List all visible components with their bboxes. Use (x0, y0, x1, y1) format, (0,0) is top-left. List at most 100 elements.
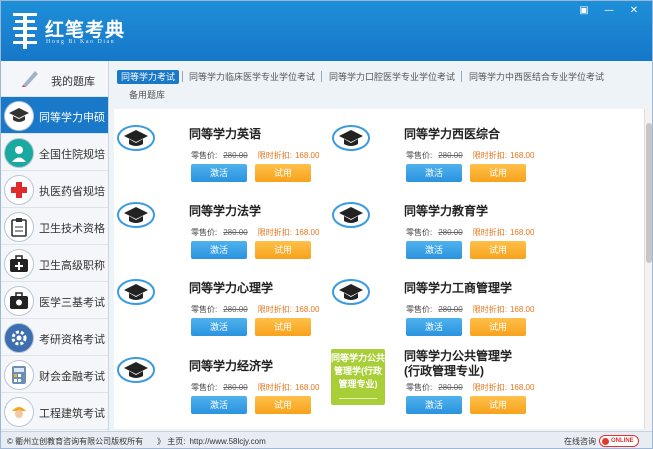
sidebar-item-three-basics[interactable]: 医学三基考试 (1, 282, 108, 319)
graduation-cap-icon (117, 279, 155, 305)
course-title: 同等学力工商管理学 (404, 281, 513, 295)
activate-button[interactable]: 激活 (406, 164, 462, 182)
trial-button[interactable]: 试用 (470, 396, 526, 414)
sidebar-item-residency[interactable]: 全国住院规培 (1, 134, 108, 171)
tab-backup-bank[interactable]: 备用题库 (129, 88, 165, 101)
sidebar-item-senior-title[interactable]: 卫生高级职称 (1, 245, 108, 282)
orig-price: 280.00 (438, 228, 463, 237)
tab-dental[interactable]: 同等学力口腔医学专业学位考试 (329, 70, 455, 84)
activate-button[interactable]: 激活 (406, 318, 462, 336)
orig-price: 280.00 (223, 383, 248, 392)
activate-button[interactable]: 激活 (191, 318, 247, 336)
tab-integrated[interactable]: 同等学力中西医结合专业学位考试 (469, 70, 604, 84)
homepage-link[interactable]: 》 主页: http://www.58lcjy.com (157, 436, 266, 447)
graduation-cap-icon (117, 357, 155, 383)
tab-equivalent-exam[interactable]: 同等学力考试 (117, 70, 180, 84)
orig-price: 280.00 (438, 151, 463, 160)
activate-button[interactable]: 激活 (406, 241, 462, 259)
limit-price: 168.00 (509, 383, 535, 392)
trial-button[interactable]: 试用 (470, 241, 526, 259)
first-aid-box-icon (4, 286, 34, 316)
course-card: 同等学力心理学 零售价: 280.00 限时折扣: 168.00 激活 试用 (117, 277, 327, 349)
copyright-text: © 衢州立创教育咨询有限公司版权所有 (7, 437, 144, 446)
category-tabs: 同等学力考试 同等学力临床医学专业学位考试 同等学力口腔医学专业学位考试 同等学… (117, 68, 647, 104)
online-consult-link[interactable]: 在线咨询 (564, 436, 596, 447)
limit-price: 168.00 (509, 305, 535, 314)
trial-button[interactable]: 试用 (255, 241, 311, 259)
doctor-icon (4, 138, 34, 168)
sidebar-item-my-bank[interactable]: 我的题库 (1, 61, 108, 97)
activate-button[interactable]: 激活 (406, 396, 462, 414)
graduation-cap-icon (117, 125, 155, 151)
course-title: 同等学力心理学 (189, 281, 274, 295)
sidebar-item-postgrad[interactable]: 考研资格考试 (1, 319, 108, 356)
course-card: 同等学力经济学 零售价: 280.00 限时折扣: 168.00 激活 试用 (117, 355, 327, 427)
limit-price: 168.00 (294, 383, 320, 392)
graduation-cap-icon (332, 125, 370, 151)
orig-price-label: 零售价: (406, 383, 433, 392)
orig-price-label: 零售价: (191, 228, 218, 237)
pen-icon (22, 71, 38, 87)
trial-button[interactable]: 试用 (255, 396, 311, 414)
orig-price-label: 零售价: (191, 305, 218, 314)
restore-icon[interactable]: ▣ (577, 5, 591, 17)
orig-price: 280.00 (223, 228, 248, 237)
orig-price: 280.00 (438, 305, 463, 314)
sidebar-item-health-tech[interactable]: 卫生技术资格 (1, 208, 108, 245)
limit-price-label: 限时折扣: (257, 151, 292, 160)
sidebar-item-finance[interactable]: 财会金融考试 (1, 356, 108, 393)
tab-clinical[interactable]: 同等学力临床医学专业学位考试 (189, 70, 315, 84)
limit-price-label: 限时折扣: (472, 305, 507, 314)
close-icon[interactable]: ✕ (627, 5, 641, 17)
course-title: 同等学力英语 (189, 127, 262, 141)
sidebar-item-label: 我的题库 (51, 76, 95, 88)
activate-button[interactable]: 激活 (191, 241, 247, 259)
online-dot-icon (602, 438, 609, 445)
trial-button[interactable]: 试用 (470, 164, 526, 182)
tab-divider (321, 71, 322, 82)
price-row: 零售价: 280.00 限时折扣: 168.00 (191, 227, 319, 238)
promo-banner[interactable]: 同等学力公共管理学(行政管理专业) (331, 349, 385, 405)
activate-button[interactable]: 激活 (191, 164, 247, 182)
trial-button[interactable]: 试用 (255, 164, 311, 182)
price-row: 零售价: 280.00 限时折扣: 168.00 (406, 382, 534, 393)
price-row: 零售价: 280.00 限时折扣: 168.00 (191, 304, 319, 315)
scrollbar-thumb[interactable] (646, 123, 652, 263)
limit-price: 168.00 (294, 151, 320, 160)
sidebar-item-equivalent-degree[interactable]: 同等学力申硕 (1, 97, 108, 134)
pen-logo-icon (13, 13, 37, 49)
status-bar: © 衢州立创教育咨询有限公司版权所有 》 主页: http://www.58lcj… (1, 431, 652, 448)
graduation-cap-icon (332, 279, 370, 305)
price-row: 零售价: 280.00 限时折扣: 168.00 (191, 382, 319, 393)
home-url[interactable]: http://www.58lcjy.com (189, 437, 265, 446)
online-status-badge[interactable]: ONLINE (599, 435, 639, 447)
activate-button[interactable]: 激活 (191, 396, 247, 414)
sidebar: 我的题库 同等学力申硕 全国住院规培 执医药省规培 卫生技术资格 卫生高级职称 … (1, 61, 109, 431)
limit-price: 168.00 (294, 228, 320, 237)
app-window: 红笔考典 Hong Bi Kao Dian ▣ — ✕ 我的题库 同等学力申硕 … (0, 0, 653, 449)
trial-button[interactable]: 试用 (255, 318, 311, 336)
course-card: 同等学力工商管理学 零售价: 280.00 限时折扣: 168.00 激活 试用 (332, 277, 542, 349)
sidebar-item-physician[interactable]: 执医药省规培 (1, 171, 108, 208)
course-title: 同等学力经济学 (189, 359, 274, 373)
worker-icon (4, 397, 34, 427)
limit-price-label: 限时折扣: (257, 228, 292, 237)
limit-price-label: 限时折扣: (257, 305, 292, 314)
course-card: 同等学力法学 零售价: 280.00 限时折扣: 168.00 激活 试用 (117, 200, 327, 272)
sidebar-item-label: 财会金融考试 (39, 371, 105, 383)
orig-price: 280.00 (438, 383, 463, 392)
limit-price-label: 限时折扣: (257, 383, 292, 392)
vertical-scrollbar[interactable] (644, 109, 652, 429)
tab-divider (461, 71, 462, 82)
orig-price-label: 零售价: (191, 383, 218, 392)
course-title: 同等学力法学 (189, 204, 262, 218)
trial-button[interactable]: 试用 (470, 318, 526, 336)
course-card: 同等学力西医综合 零售价: 280.00 限时折扣: 168.00 激活 试用 (332, 123, 542, 195)
promo-text: 同等学力公共管理学(行政管理专业) (331, 353, 386, 389)
sidebar-item-construction[interactable]: 工程建筑考试 (1, 393, 108, 430)
orig-price-label: 零售价: (191, 151, 218, 160)
course-title: 同等学力公共管理学(行政管理专业) (404, 349, 513, 378)
price-row: 零售价: 280.00 限时折扣: 168.00 (406, 150, 534, 161)
minimize-icon[interactable]: — (602, 5, 616, 17)
orig-price: 280.00 (223, 151, 248, 160)
